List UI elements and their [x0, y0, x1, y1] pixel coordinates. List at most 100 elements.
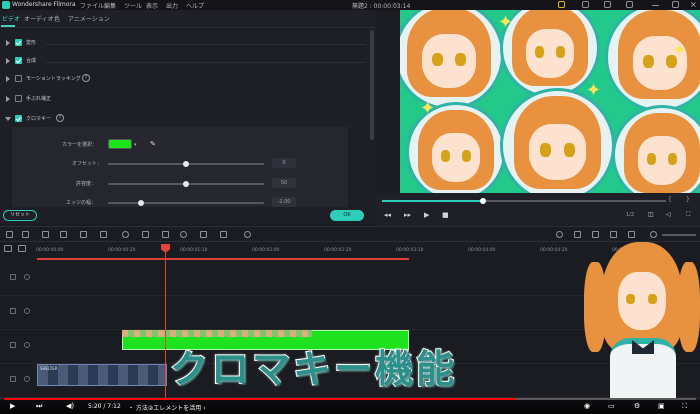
menu-export[interactable]: 出力: [166, 1, 178, 10]
section-motion-tracking[interactable]: モーショントラッキング ?: [0, 70, 370, 90]
edge-width-slider[interactable]: [108, 202, 264, 204]
keyframe-icon[interactable]: [180, 231, 187, 238]
previous-frame-icon[interactable]: ◂◂: [384, 211, 391, 219]
menu-file[interactable]: ファイル: [80, 1, 104, 10]
offset-slider-knob[interactable]: [183, 161, 189, 167]
green-screen-icon[interactable]: [162, 231, 169, 238]
tab-animation[interactable]: アニメーション: [68, 14, 110, 23]
zoom-icon[interactable]: [100, 231, 107, 238]
mark-out-icon[interactable]: }: [686, 196, 690, 203]
mix-icon[interactable]: [610, 231, 617, 238]
menu-help[interactable]: ヘルプ: [186, 1, 204, 10]
offset-value[interactable]: 0: [272, 158, 296, 168]
redo-icon[interactable]: [22, 231, 29, 238]
track-visibility-icon[interactable]: [24, 308, 30, 314]
miniplayer-icon[interactable]: ▣: [658, 402, 665, 410]
track-lock-icon[interactable]: [10, 376, 16, 382]
volume-icon[interactable]: ◁: [666, 211, 671, 218]
tab-video[interactable]: ビデオ: [2, 14, 20, 23]
voiceover-icon[interactable]: [592, 231, 599, 238]
help-icon[interactable]: ?: [56, 114, 64, 122]
play-icon[interactable]: ▶: [424, 211, 429, 219]
edge-width-value[interactable]: -2.00: [272, 197, 296, 207]
add-track-icon[interactable]: [4, 245, 12, 252]
track-lock-icon[interactable]: [10, 308, 16, 314]
playhead[interactable]: [165, 244, 166, 400]
speed-icon[interactable]: [122, 231, 129, 238]
camera-icon[interactable]: ◫: [648, 211, 654, 218]
autoplay-icon[interactable]: ◉: [584, 402, 590, 410]
chapter-title[interactable]: ・ 方法②エレメントを活用 ›: [128, 403, 206, 412]
mark-in-icon[interactable]: {: [668, 196, 672, 203]
zoom-out-icon[interactable]: [650, 231, 657, 238]
expand-arrow-icon[interactable]: [6, 58, 10, 64]
mail-icon[interactable]: [604, 1, 611, 8]
subtitles-icon[interactable]: ▭: [608, 402, 615, 410]
ok-button[interactable]: OK: [330, 210, 364, 221]
compositing-checkbox[interactable]: [15, 57, 22, 64]
reset-button[interactable]: リセット: [3, 210, 37, 221]
cut-icon[interactable]: [60, 231, 67, 238]
menu-edit[interactable]: 編集: [104, 1, 116, 10]
settings-icon[interactable]: [244, 231, 251, 238]
motion-tracking-checkbox[interactable]: [15, 75, 22, 82]
account-icon[interactable]: [582, 1, 589, 8]
hdr-icon[interactable]: [220, 231, 227, 238]
audio-icon[interactable]: [200, 231, 207, 238]
volume-icon[interactable]: ◀): [66, 402, 74, 410]
color-icon[interactable]: [142, 231, 149, 238]
track-visibility-icon[interactable]: [24, 274, 30, 280]
expand-arrow-icon[interactable]: [6, 40, 10, 46]
stabilization-checkbox[interactable]: [15, 95, 22, 102]
menu-view[interactable]: 表示: [146, 1, 158, 10]
section-stabilization[interactable]: 手ぶれ補正: [0, 90, 370, 110]
snap-icon[interactable]: [628, 231, 635, 238]
zoom-slider[interactable]: [662, 234, 696, 236]
clip-thumbnails: [122, 330, 312, 337]
expand-arrow-icon[interactable]: [6, 76, 10, 82]
character-image: [500, 10, 600, 98]
premium-icon[interactable]: [558, 1, 565, 8]
marker-icon[interactable]: [574, 231, 581, 238]
fullscreen-icon[interactable]: ⛶: [686, 211, 690, 219]
properties-scrollbar[interactable]: [370, 30, 374, 140]
maximize-icon[interactable]: [672, 1, 679, 8]
next-icon[interactable]: ⏭: [36, 402, 42, 411]
preview-window[interactable]: ✦ ✦ ✦ ✦: [400, 10, 700, 193]
minimize-icon[interactable]: [652, 5, 659, 6]
chevron-down-icon[interactable]: ▾: [134, 142, 137, 148]
tolerance-value[interactable]: 50: [272, 178, 296, 188]
help-icon[interactable]: ?: [82, 74, 90, 82]
close-icon[interactable]: ×: [690, 0, 697, 9]
link-icon[interactable]: [18, 245, 26, 252]
play-icon[interactable]: ▶: [10, 402, 15, 410]
settings-icon[interactable]: ⚙: [634, 402, 640, 410]
render-icon[interactable]: [556, 231, 563, 238]
section-transform[interactable]: 変形: [0, 34, 370, 54]
expand-arrow-icon[interactable]: [6, 96, 10, 102]
download-icon[interactable]: [626, 1, 633, 8]
track-visibility-icon[interactable]: [24, 342, 30, 348]
track-lock-icon[interactable]: [10, 274, 16, 280]
track-visibility-icon[interactable]: [24, 376, 30, 382]
tab-audio[interactable]: オーディオ: [24, 14, 54, 23]
section-compositing[interactable]: 合成: [0, 52, 370, 72]
undo-icon[interactable]: [6, 231, 13, 238]
eyedropper-icon[interactable]: ✎: [150, 140, 156, 148]
transform-checkbox[interactable]: [15, 39, 22, 46]
tab-color[interactable]: 色: [54, 14, 60, 23]
seek-knob[interactable]: [480, 198, 486, 204]
track-lock-icon[interactable]: [10, 342, 16, 348]
stop-icon[interactable]: ■: [442, 211, 449, 219]
chroma-key-checkbox[interactable]: [15, 115, 22, 122]
play-back-icon[interactable]: ▸▸: [404, 211, 411, 219]
edge-width-slider-knob[interactable]: [138, 200, 144, 206]
delete-icon[interactable]: [42, 231, 49, 238]
key-color-picker[interactable]: [108, 139, 132, 149]
video-clip[interactable]: SHELTER: [37, 364, 167, 386]
menu-tools[interactable]: ツール: [124, 1, 142, 10]
crop-icon[interactable]: [80, 231, 87, 238]
fullscreen-icon[interactable]: ⛶: [682, 402, 687, 411]
collapse-arrow-icon[interactable]: [5, 117, 11, 121]
tolerance-slider-knob[interactable]: [183, 181, 189, 187]
